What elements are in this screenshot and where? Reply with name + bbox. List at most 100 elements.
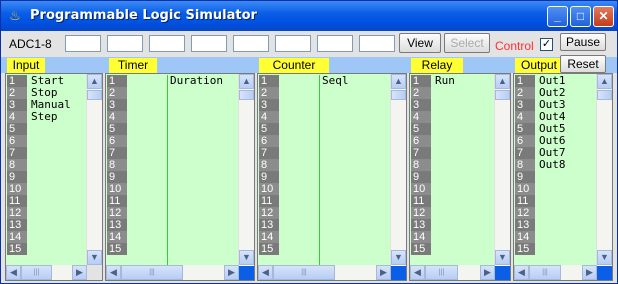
row-number: 13 [411,219,431,231]
input-vertical-scrollbar[interactable]: ▲ ▼ [86,74,102,265]
relay-list[interactable]: 1 2 3 4 5 6 7 8 9 10 11 12 13 14 15 Run [411,75,494,265]
relay-horizontal-scrollbar[interactable]: ◀ ||| ▶ [410,265,495,280]
counter-vertical-scrollbar[interactable]: ▲ ▼ [390,74,406,265]
column-divider [319,75,320,265]
scroll-thumb[interactable] [597,90,612,100]
select-button[interactable]: Select [444,33,490,53]
control-checkbox[interactable]: ✓ [540,38,553,51]
row-number: 1 [515,75,535,87]
scroll-left-button[interactable]: ◀ [106,265,121,280]
row-number: 11 [411,195,431,207]
scroll-thumb[interactable]: ||| [425,265,458,280]
output-vertical-scrollbar[interactable]: ▲ ▼ [596,74,612,265]
row-number: 10 [259,183,279,195]
row-number: 3 [411,99,431,111]
scroll-down-button[interactable]: ▼ [495,250,510,265]
scroll-corner [597,265,612,280]
scroll-corner [239,265,254,280]
scroll-right-button[interactable]: ▶ [376,265,391,280]
scroll-thumb[interactable]: ||| [121,265,183,280]
scroll-thumb[interactable] [495,90,510,100]
output-panel-label: Output [515,58,563,73]
scroll-up-button[interactable]: ▲ [597,74,612,89]
scroll-thumb[interactable]: ||| [273,265,335,280]
counter-list[interactable]: 1 2 3 4 5 6 7 8 9 10 11 12 13 14 15 Seql [259,75,390,265]
output-list[interactable]: 1 2 3 4 5 6 7 8 9 10 11 12 13 14 15 Out1 Out2 Out3 Out4 Ou… [515,75,596,265]
adc-input-5[interactable] [233,35,269,52]
scroll-up-button[interactable]: ▲ [391,74,406,89]
scroll-down-button[interactable]: ▼ [239,250,254,265]
input-names-column: Start Stop Manual Step [29,75,71,123]
scroll-left-button[interactable]: ◀ [410,265,425,280]
view-button[interactable]: View [399,33,441,53]
scroll-thumb[interactable]: ||| [21,265,52,280]
input-item[interactable]: Step [29,111,71,123]
row-number: 15 [107,243,127,255]
adc-input-2[interactable] [107,35,143,52]
scroll-down-button[interactable]: ▼ [391,250,406,265]
scroll-up-button[interactable]: ▲ [495,74,510,89]
adc-input-3[interactable] [149,35,185,52]
row-number: 13 [107,219,127,231]
row-number: 4 [7,111,27,123]
scroll-right-button[interactable]: ▶ [582,265,597,280]
row-number: 2 [259,87,279,99]
adc-input-1[interactable] [65,35,101,52]
timer-list[interactable]: 1 2 3 4 5 6 7 8 9 10 11 12 13 14 15 Duration [107,75,238,265]
scroll-right-button[interactable]: ▶ [72,265,87,280]
row-number: 6 [7,135,27,147]
row-number: 15 [515,243,535,255]
counter-horizontal-scrollbar[interactable]: ◀ ||| ▶ [258,265,391,280]
row-number: 14 [411,231,431,243]
row-number: 14 [259,231,279,243]
pause-button[interactable]: Pause [560,33,606,51]
timer-vertical-scrollbar[interactable]: ▲ ▼ [238,74,254,265]
scroll-right-button[interactable]: ▶ [480,265,495,280]
timer-horizontal-scrollbar[interactable]: ◀ ||| ▶ [106,265,239,280]
row-number: 10 [515,183,535,195]
input-list[interactable]: 1 2 3 4 5 6 7 8 9 10 11 12 13 14 15 Start Stop Manual Ste… [7,75,86,265]
scroll-up-button[interactable]: ▲ [239,74,254,89]
scroll-thumb[interactable] [239,90,254,100]
relay-vertical-scrollbar[interactable]: ▲ ▼ [494,74,510,265]
minimize-icon: _ [554,9,561,23]
adc-input-6[interactable] [275,35,311,52]
scroll-left-button[interactable]: ◀ [6,265,21,280]
row-number: 13 [515,219,535,231]
row-number: 13 [259,219,279,231]
title-bar[interactable]: ♨ Programmable Logic Simulator _ □ ✕ [1,1,617,31]
scroll-thumb[interactable] [87,90,102,100]
counter-column-header: Seql [322,75,349,87]
row-number: 4 [259,111,279,123]
row-number: 12 [411,207,431,219]
reset-button[interactable]: Reset [560,55,606,73]
scroll-left-button[interactable]: ◀ [514,265,529,280]
row-number: 1 [259,75,279,87]
scroll-corner [495,265,510,280]
row-number: 15 [7,243,27,255]
row-number: 2 [7,87,27,99]
adc-input-4[interactable] [191,35,227,52]
row-number: 13 [7,219,27,231]
output-horizontal-scrollbar[interactable]: ◀ ||| ▶ [514,265,597,280]
row-number: 11 [259,195,279,207]
scroll-right-button[interactable]: ▶ [224,265,239,280]
row-number: 7 [259,147,279,159]
scroll-down-button[interactable]: ▼ [87,250,102,265]
adc-input-7[interactable] [317,35,353,52]
row-number: 6 [107,135,127,147]
maximize-button[interactable]: □ [570,6,591,27]
close-button[interactable]: ✕ [593,6,614,27]
scroll-left-button[interactable]: ◀ [258,265,273,280]
row-number: 9 [107,171,127,183]
minimize-button[interactable]: _ [547,6,568,27]
adc-input-8[interactable] [359,35,395,52]
input-horizontal-scrollbar[interactable]: ◀ ||| ▶ [6,265,87,280]
output-item[interactable]: Out8 [537,159,566,171]
relay-item[interactable]: Run [433,75,455,87]
scroll-down-button[interactable]: ▼ [597,250,612,265]
scroll-thumb[interactable] [391,90,406,100]
scroll-up-button[interactable]: ▲ [87,74,102,89]
scroll-thumb[interactable]: ||| [529,265,561,280]
toolbar: ADC1-8 View Select Control ✓ Pause [1,31,617,57]
